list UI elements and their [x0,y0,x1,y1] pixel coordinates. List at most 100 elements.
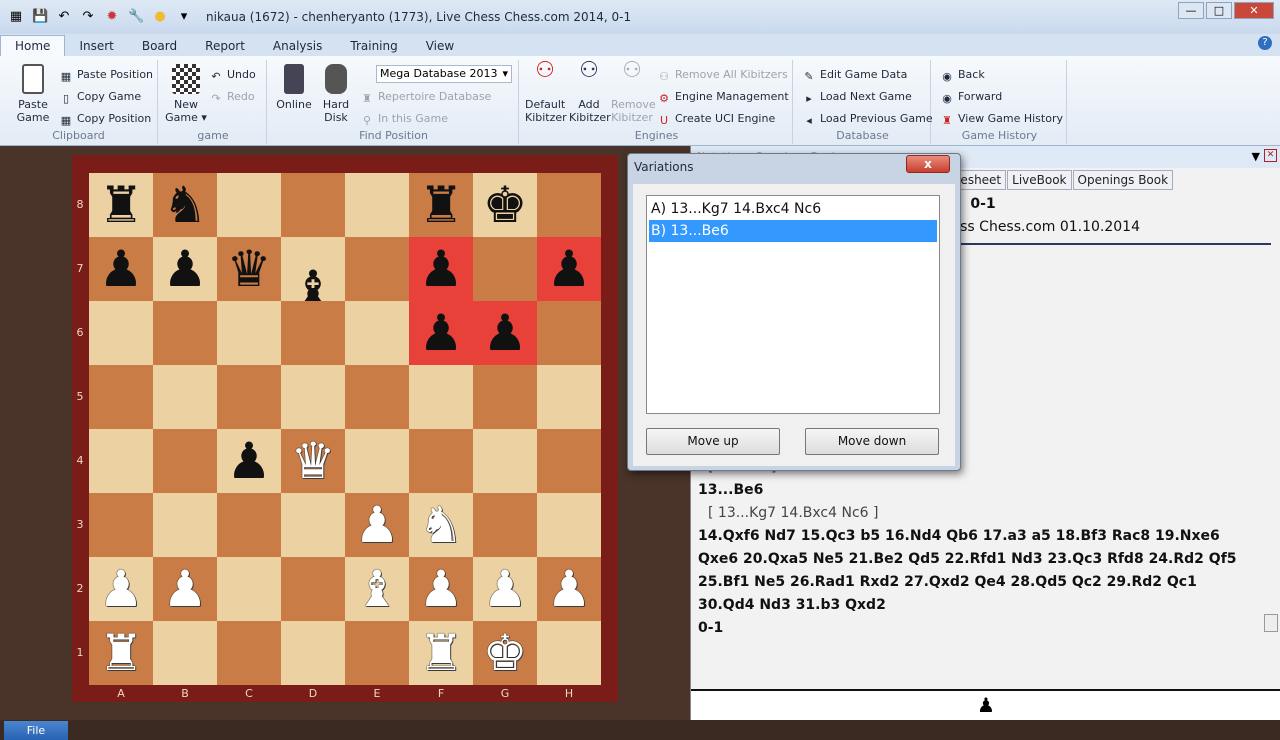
square-b2[interactable]: ♟ [153,557,217,621]
square-b3[interactable] [153,493,217,557]
black-pawn-icon[interactable]: ♟ [547,244,592,294]
customize-toolbar-icon[interactable]: ▾ [176,9,192,25]
black-rook-icon[interactable]: ♜ [419,180,464,230]
white-pawn-icon[interactable]: ♟ [419,564,464,614]
variation-item[interactable]: B) 13...Be6 [649,220,937,242]
redo-button[interactable]: ↷ Redo [210,90,254,105]
black-pawn-icon[interactable]: ♟ [163,244,208,294]
square-c2[interactable] [217,557,281,621]
tab-insert[interactable]: Insert [65,36,127,56]
square-g1[interactable]: ♚ [473,621,537,685]
square-a2[interactable]: ♟ [89,557,153,621]
default-kibitzer-button[interactable]: ⚇ Default Kibitzer [525,60,567,125]
square-d4[interactable]: ♛ [281,429,345,493]
tab-home[interactable]: Home [0,35,66,56]
square-g5[interactable] [473,365,537,429]
square-b5[interactable] [153,365,217,429]
square-c8[interactable] [217,173,281,237]
notation-text[interactable]: [ 13.Rc1 ]13...Be6[ 13...Kg7 14.Bxc4 Nc6… [698,456,1263,640]
forward-button[interactable]: ◉ Forward [941,90,1002,105]
square-f8[interactable]: ♜ [409,173,473,237]
repertoire-database-button[interactable]: ♜ Repertoire Database [361,90,491,105]
notation-line[interactable]: 25.Bf1 Ne5 26.Rad1 Rxd2 27.Qxd2 Qe4 28.Q… [698,571,1263,594]
square-d2[interactable] [281,557,345,621]
square-h8[interactable] [537,173,601,237]
add-kibitzer-button[interactable]: ⚇ Add Kibitzer [569,60,611,125]
square-h1[interactable] [537,621,601,685]
help-icon[interactable]: ? [1258,36,1272,50]
white-queen-icon[interactable]: ♛ [291,436,336,486]
view-game-history-button[interactable]: ♜ View Game History [941,112,1063,127]
square-a4[interactable] [89,429,153,493]
square-a7[interactable]: ♟ [89,237,153,301]
square-a6[interactable] [89,301,153,365]
square-g4[interactable] [473,429,537,493]
database-select[interactable]: Mega Database 2013 ▾ [376,65,512,83]
undo-button[interactable]: ↶ Undo [210,68,255,83]
square-b7[interactable]: ♟ [153,237,217,301]
black-pawn-icon[interactable]: ♟ [483,308,528,358]
hard-disk-button[interactable]: Hard Disk [317,64,355,124]
white-king-icon[interactable]: ♚ [483,628,528,678]
square-e1[interactable] [345,621,409,685]
square-g3[interactable] [473,493,537,557]
square-g8[interactable]: ♚ [473,173,537,237]
white-rook-icon[interactable]: ♜ [99,628,144,678]
pane-close-icon[interactable]: ✕ [1264,149,1277,162]
square-a8[interactable]: ♜ [89,173,153,237]
square-f4[interactable] [409,429,473,493]
notation-line[interactable]: 14.Qxf6 Nd7 15.Qc3 b5 16.Nd4 Qb6 17.a3 a… [698,525,1263,548]
chess-board[interactable]: ♜ ♞ ♜ ♚ ♟ ♟ ♛ ♝ ♟ ♟ ♟ ♟ ♟ ♛ ♟ ♞ ♟ ♟ ♝ ♟ ♟ ♟ ♜ ♜ ♚ [89,173,601,685]
move-up-button[interactable]: Move up [646,428,780,455]
square-e6[interactable] [345,301,409,365]
square-c4[interactable]: ♟ [217,429,281,493]
square-g6[interactable]: ♟ [473,301,537,365]
tab-board[interactable]: Board [128,36,191,56]
remove-kibitzer-button[interactable]: ⚇ Remove Kibitzer [611,60,656,125]
engine-management-button[interactable]: ⚙ Engine Management [658,90,789,105]
white-rook-icon[interactable]: ♜ [419,628,464,678]
white-pawn-icon[interactable]: ♟ [355,500,400,550]
copy-game-button[interactable]: ▯ Copy Game [60,90,141,105]
tool-icon[interactable]: 🔧 [128,9,144,25]
white-bishop-icon[interactable]: ♝ [355,564,400,614]
square-b4[interactable] [153,429,217,493]
save-icon[interactable]: 💾 [32,9,48,25]
load-previous-game-button[interactable]: ◂ Load Previous Game [803,112,932,127]
variation-item[interactable]: A) 13...Kg7 14.Bxc4 Nc6 [649,198,937,220]
black-pawn-icon[interactable]: ♟ [99,244,144,294]
tab-training[interactable]: Training [336,36,411,56]
white-pawn-icon[interactable]: ♟ [547,564,592,614]
white-pawn-icon[interactable]: ♟ [483,564,528,614]
square-a5[interactable] [89,365,153,429]
square-f7[interactable]: ♟ [409,237,473,301]
bulb-icon[interactable]: ● [152,9,168,25]
redo-icon[interactable]: ↷ [80,9,96,25]
black-knight-icon[interactable]: ♞ [163,180,208,230]
square-b1[interactable] [153,621,217,685]
pane-menu-icon[interactable]: ▼ [1252,150,1260,163]
square-e7[interactable] [345,237,409,301]
close-button[interactable]: ✕ [1234,2,1274,19]
white-pawn-icon[interactable]: ♟ [99,564,144,614]
notation-line[interactable]: [ 13...Kg7 14.Bxc4 Nc6 ] [698,502,1263,525]
square-f3[interactable]: ♞ [409,493,473,557]
paste-position-button[interactable]: ▦ Paste Position [60,68,153,83]
edit-game-data-button[interactable]: ✎ Edit Game Data [803,68,907,83]
black-king-icon[interactable]: ♚ [483,180,528,230]
square-c7[interactable]: ♛ [217,237,281,301]
app-icon[interactable]: ▦ [8,9,24,25]
tab-file[interactable]: File [4,721,68,740]
square-f6[interactable]: ♟ [409,301,473,365]
tab-analysis[interactable]: Analysis [259,36,336,56]
minimize-button[interactable]: — [1178,2,1204,19]
square-h6[interactable] [537,301,601,365]
square-c1[interactable] [217,621,281,685]
maximize-button[interactable]: □ [1206,2,1232,19]
square-f5[interactable] [409,365,473,429]
square-a1[interactable]: ♜ [89,621,153,685]
notation-line[interactable]: Qxe6 20.Qxa5 Ne5 21.Be2 Qd5 22.Rfd1 Nd3 … [698,548,1263,571]
square-f2[interactable]: ♟ [409,557,473,621]
tab-openings-book[interactable]: Openings Book [1072,170,1174,190]
create-uci-engine-button[interactable]: U Create UCI Engine [658,112,775,127]
